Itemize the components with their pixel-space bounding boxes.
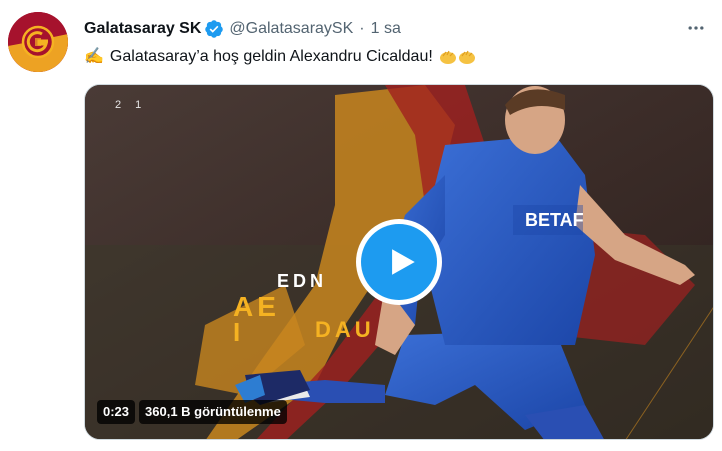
tweet-header: Galatasaray SK @GalatasaraySK · 1 sa: [84, 18, 401, 40]
views-badge: 360,1 B görüntülenme: [139, 400, 287, 424]
avatar[interactable]: [8, 12, 68, 72]
overlay-letters-dau: DAU: [315, 317, 375, 342]
tweet-body: Galatasaray’a hoş geldin Alexandru Cical…: [109, 48, 433, 65]
verified-badge-icon: [204, 19, 224, 39]
separator-dot: ·: [359, 20, 365, 37]
corner-text: 21: [115, 99, 156, 111]
galatasaray-logo-icon: [8, 12, 68, 72]
play-circle[interactable]: [361, 224, 437, 300]
play-button[interactable]: [356, 219, 442, 305]
handle[interactable]: @GalatasaraySK: [229, 20, 353, 38]
video-media[interactable]: BETAF 21 EDN AE I DAU 0:23 360,1 B görün…: [84, 84, 714, 440]
hands-emoji-icon: [439, 49, 476, 65]
duration-badge: 0:23: [97, 400, 136, 424]
writing-hand-icon: ✍️: [84, 48, 104, 65]
overlay-letters-top: EDN: [277, 271, 328, 291]
display-name[interactable]: Galatasaray SK: [84, 20, 201, 38]
tweet-text: ✍️ Galatasaray’a hoş geldin Alexandru Ci…: [84, 46, 476, 68]
tweet[interactable]: Galatasaray SK @GalatasaraySK · 1 sa ✍️ …: [0, 0, 722, 451]
play-icon: [392, 249, 415, 275]
video-badges: 0:23 360,1 B görüntülenme: [97, 400, 287, 424]
more-horizontal-icon: [688, 26, 704, 30]
timestamp[interactable]: 1 sa: [371, 20, 401, 38]
sponsor-text: BETAF: [525, 210, 584, 230]
overlay-letters-bot: I: [233, 317, 245, 347]
more-options-button[interactable]: [682, 14, 710, 42]
